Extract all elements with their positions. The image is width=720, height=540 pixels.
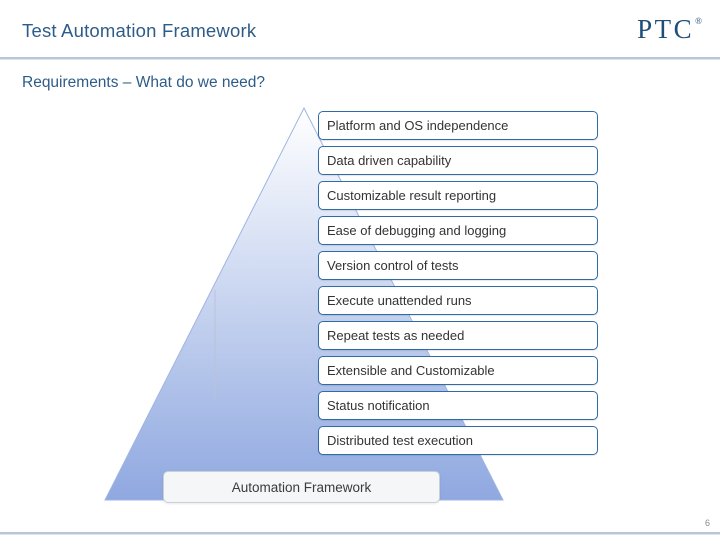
- pyramid-base-label-box[interactable]: Automation Framework: [163, 471, 440, 503]
- list-item[interactable]: Ease of debugging and logging: [318, 216, 598, 245]
- list-item-label: Customizable result reporting: [327, 188, 497, 203]
- registered-trademark-icon: ®: [695, 16, 702, 26]
- ptc-logo: PTC ®: [637, 16, 702, 43]
- list-item[interactable]: Status notification: [318, 391, 598, 420]
- ptc-logo-wordmark: PTC: [637, 14, 695, 44]
- list-item-label: Distributed test execution: [327, 433, 473, 448]
- header-divider-soft: [0, 59, 720, 60]
- list-item[interactable]: Version control of tests: [318, 251, 598, 280]
- list-item[interactable]: Execute unattended runs: [318, 286, 598, 315]
- list-item[interactable]: Data driven capability: [318, 146, 598, 175]
- slide-header: Test Automation Framework PTC ®: [0, 0, 720, 60]
- footer-divider-soft: [0, 534, 720, 535]
- list-item[interactable]: Distributed test execution: [318, 426, 598, 455]
- list-item-label: Platform and OS independence: [327, 118, 509, 133]
- pyramid-base-label: Automation Framework: [231, 479, 372, 495]
- list-item-label: Version control of tests: [327, 258, 459, 273]
- pyramid-diagram: Platform and OS independence Data driven…: [0, 100, 720, 520]
- list-item[interactable]: Platform and OS independence: [318, 111, 598, 140]
- list-item-label: Status notification: [327, 398, 430, 413]
- list-item-label: Execute unattended runs: [327, 293, 472, 308]
- slide-subtitle: Requirements – What do we need?: [22, 74, 265, 91]
- page-number: 6: [704, 518, 710, 528]
- list-item[interactable]: Repeat tests as needed: [318, 321, 598, 350]
- page-title: Test Automation Framework: [22, 20, 257, 41]
- list-item-label: Ease of debugging and logging: [327, 223, 507, 238]
- list-item-label: Data driven capability: [327, 153, 452, 168]
- list-item[interactable]: Extensible and Customizable: [318, 356, 598, 385]
- list-item-label: Repeat tests as needed: [327, 328, 465, 343]
- list-item[interactable]: Customizable result reporting: [318, 181, 598, 210]
- list-item-label: Extensible and Customizable: [327, 363, 495, 378]
